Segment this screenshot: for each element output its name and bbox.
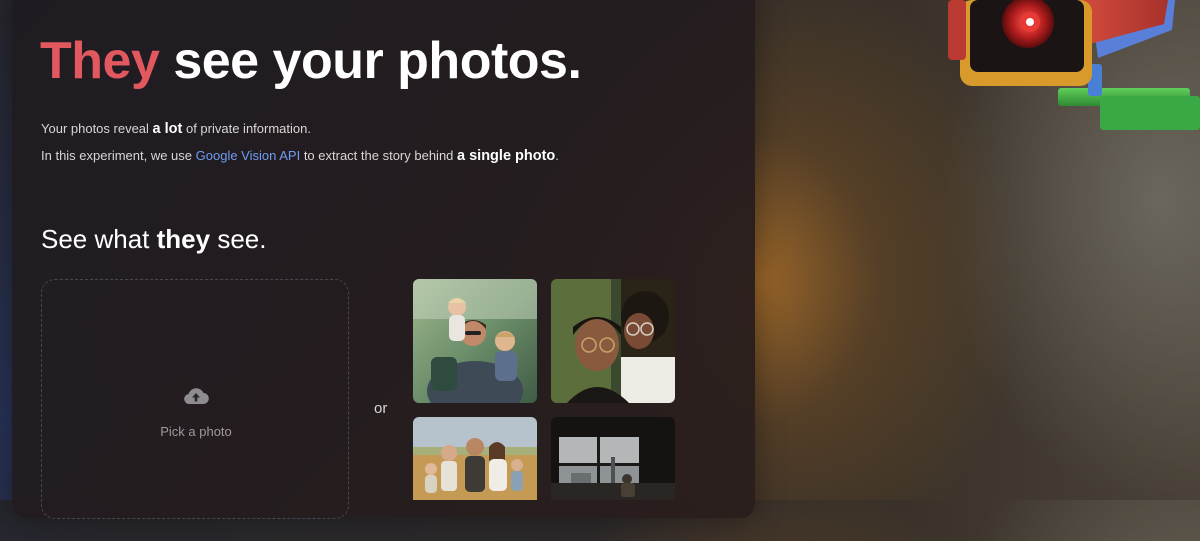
intro-line-2-pre: In this experiment, we use — [41, 148, 196, 163]
couple-photo-image — [551, 279, 675, 403]
sample-photo-couple[interactable] — [551, 279, 675, 403]
google-vision-api-link[interactable]: Google Vision API — [196, 148, 301, 163]
intro-line-1-pre: Your photos reveal — [41, 121, 153, 136]
window-interior-photo-image — [551, 417, 675, 500]
sample-photo-family-field[interactable] — [413, 417, 537, 541]
intro-line-1-post: of private information. — [182, 121, 311, 136]
intro-line-2-post: . — [555, 148, 559, 163]
pick-photo-label[interactable]: Pick a photo — [150, 424, 242, 439]
page-title: They see your photos. — [40, 30, 582, 92]
title-accent-word: They — [40, 32, 160, 90]
intro-line-2: In this experiment, we use Google Vision… — [41, 148, 559, 164]
section-heading-bold: they — [156, 224, 211, 254]
intro-line-1-bold: a lot — [152, 121, 183, 137]
cloud-upload-icon[interactable] — [183, 386, 209, 406]
family-photo-image — [413, 279, 537, 403]
sample-photo-window-interior[interactable] — [551, 417, 675, 541]
intro-line-2-mid: to extract the story behind — [300, 148, 458, 163]
section-heading: See what they see. — [41, 224, 266, 255]
family-field-photo-image — [413, 417, 537, 500]
section-heading-pre: See what — [41, 224, 157, 254]
intro-line-1: Your photos reveal a lot of private info… — [41, 121, 311, 137]
security-camera-icon — [948, 0, 1200, 130]
sample-photo-family[interactable] — [413, 279, 537, 403]
title-rest: see your photos. — [159, 32, 582, 90]
section-heading-post: see. — [210, 224, 267, 254]
or-divider-label: or — [374, 400, 388, 417]
intro-line-2-bold: a single photo — [457, 148, 556, 164]
